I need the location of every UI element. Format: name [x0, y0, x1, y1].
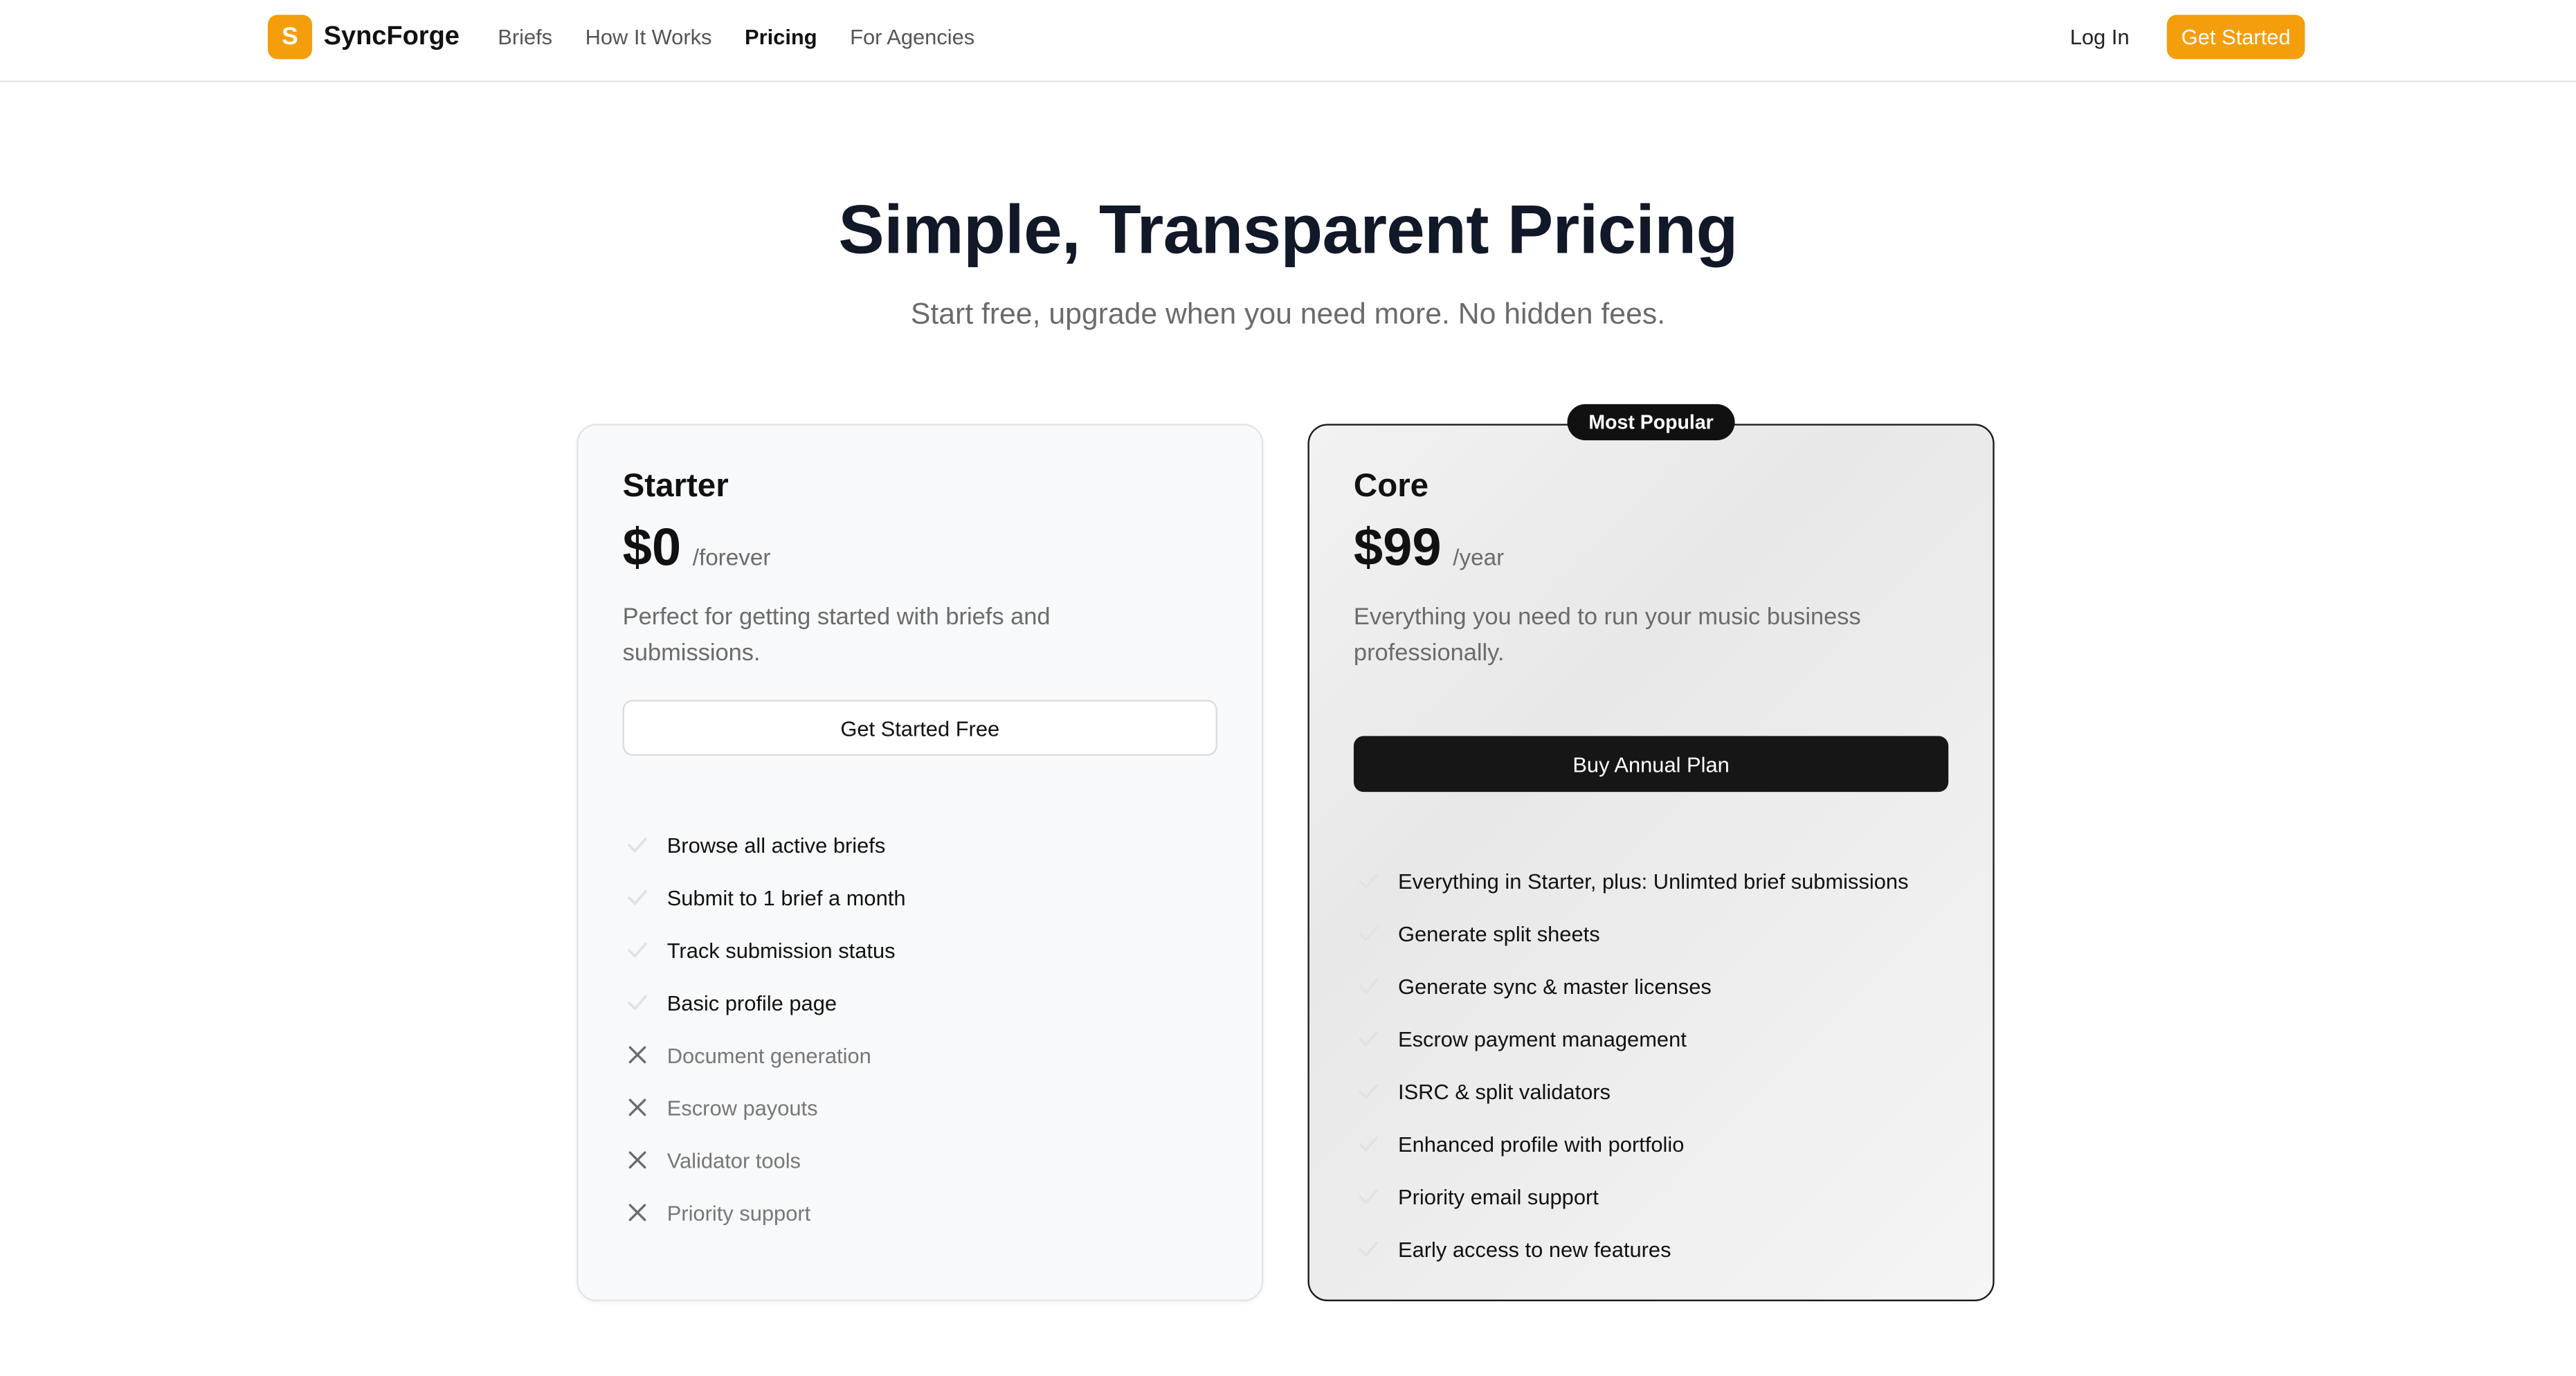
pricing-card-core: Most Popular Core $99 /year Everything y…	[1307, 404, 1995, 1301]
check-icon	[623, 988, 651, 1016]
feature-text: Escrow payment management	[1398, 1026, 1687, 1051]
feature-item: Document generation	[623, 1029, 906, 1081]
plan-price: $0 /forever	[623, 518, 771, 579]
feature-text: Generate split sheets	[1398, 921, 1600, 946]
top-navbar: S SyncForge Briefs How It Works Pricing …	[0, 0, 2576, 82]
x-icon	[623, 1041, 651, 1069]
check-icon	[623, 936, 651, 963]
feature-list: Browse all active briefs Submit to 1 brie…	[623, 818, 906, 1239]
feature-text: Priority support	[666, 1200, 811, 1225]
most-popular-badge: Most Popular	[1567, 404, 1735, 441]
feature-item: Enhanced profile with portfolio	[1354, 1117, 1909, 1170]
feature-text: ISRC & split validators	[1398, 1078, 1611, 1103]
check-icon	[1354, 1077, 1381, 1105]
feature-item: Early access to new features	[1354, 1222, 1909, 1275]
price-amount: $99	[1353, 517, 1442, 577]
plan-name: Core	[1353, 468, 1429, 505]
feature-text: Generate sync & master licenses	[1398, 973, 1712, 999]
check-icon	[1354, 1024, 1381, 1052]
feature-item: Priority support	[623, 1186, 906, 1239]
feature-item: Escrow payment management	[1354, 1012, 1909, 1065]
get-started-free-button[interactable]: Get Started Free	[622, 700, 1217, 756]
brand-logo[interactable]: S SyncForge	[267, 15, 460, 60]
feature-item: Everything in Starter, plus: Unlimted br…	[1354, 854, 1909, 907]
feature-item: Validator tools	[623, 1134, 906, 1186]
check-icon	[1354, 919, 1381, 947]
feature-item: Escrow payouts	[623, 1081, 906, 1134]
feature-item: Submit to 1 brief a month	[623, 871, 906, 923]
login-link[interactable]: Log In	[2070, 25, 2130, 50]
check-icon	[1354, 972, 1381, 999]
feature-text: Track submission status	[666, 937, 896, 962]
plan-price: $99 /year	[1354, 518, 1504, 579]
x-icon	[623, 1199, 651, 1226]
feature-text: Everything in Starter, plus: Unlimted br…	[1398, 868, 1909, 894]
page-title: Simple, Transparent Pricing	[838, 190, 1738, 268]
check-icon	[623, 831, 651, 858]
feature-item: Track submission status	[623, 923, 906, 976]
nav-link-pricing[interactable]: Pricing	[745, 25, 817, 50]
feature-item: Priority email support	[1354, 1170, 1909, 1222]
feature-text: Basic profile page	[666, 990, 837, 1015]
feature-list: Everything in Starter, plus: Unlimted br…	[1354, 854, 1909, 1275]
check-icon	[1354, 1235, 1381, 1262]
plan-name: Starter	[622, 468, 729, 505]
x-icon	[623, 1094, 651, 1121]
feature-item: Generate sync & master licenses	[1354, 959, 1909, 1012]
feature-item: Basic profile page	[623, 976, 906, 1029]
get-started-button[interactable]: Get Started	[2166, 15, 2305, 60]
feature-item: Generate split sheets	[1354, 907, 1909, 959]
nav-link-for-agencies[interactable]: For Agencies	[850, 25, 974, 50]
feature-text: Document generation	[666, 1042, 871, 1067]
price-period: /year	[1453, 543, 1505, 570]
brand-name: SyncForge	[323, 22, 460, 51]
pricing-card-starter: Starter $0 /forever Perfect for getting …	[577, 424, 1264, 1301]
feature-text: Enhanced profile with portfolio	[1398, 1131, 1685, 1156]
plan-description: Perfect for getting started with briefs …	[622, 604, 1051, 667]
plan-description: Everything you need to run your music bu…	[1353, 604, 1861, 667]
feature-item: ISRC & split validators	[1354, 1065, 1909, 1117]
feature-text: Escrow payouts	[666, 1095, 818, 1120]
price-period: /forever	[692, 543, 771, 570]
check-icon	[1354, 867, 1381, 894]
check-icon	[1354, 1130, 1381, 1157]
feature-text: Priority email support	[1398, 1184, 1599, 1208]
feature-text: Early access to new features	[1398, 1236, 1671, 1261]
feature-text: Submit to 1 brief a month	[666, 885, 906, 909]
feature-text: Validator tools	[666, 1148, 801, 1173]
nav-link-how-it-works[interactable]: How It Works	[586, 25, 712, 50]
logo-mark-icon: S	[267, 15, 313, 60]
page-subtitle: Start free, upgrade when you need more. …	[910, 297, 1666, 331]
check-icon	[623, 883, 651, 911]
price-amount: $0	[622, 517, 682, 577]
nav-links: Briefs How It Works Pricing For Agencies	[498, 25, 974, 50]
feature-item: Browse all active briefs	[623, 818, 906, 871]
nav-link-briefs[interactable]: Briefs	[498, 25, 552, 50]
x-icon	[623, 1146, 651, 1174]
feature-text: Browse all active briefs	[666, 832, 886, 857]
check-icon	[1354, 1182, 1381, 1210]
buy-annual-plan-button[interactable]: Buy Annual Plan	[1353, 736, 1949, 793]
